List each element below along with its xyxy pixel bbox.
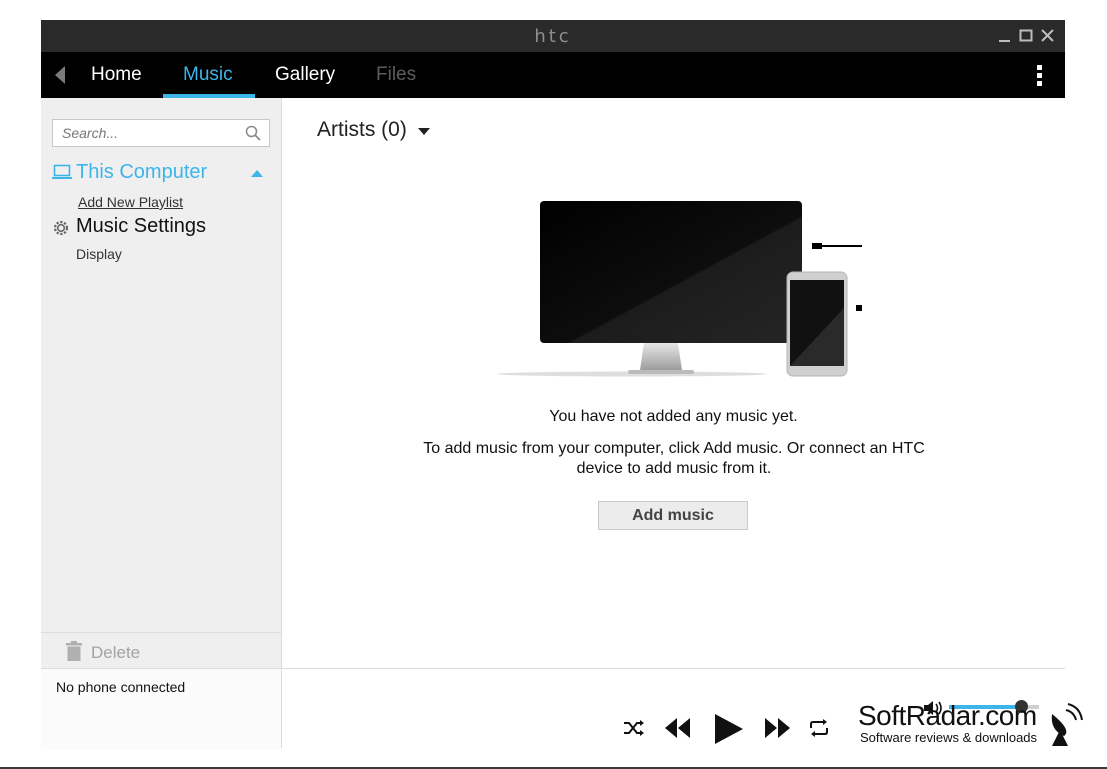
add-new-playlist-link[interactable]: Add New Playlist	[78, 194, 183, 210]
tab-gallery[interactable]: Gallery	[275, 52, 335, 98]
tab-files: Files	[376, 64, 417, 85]
app-logo: htc	[534, 26, 572, 47]
minimize-button[interactable]	[996, 27, 1014, 45]
empty-state-body: To add music from your computer, click A…	[423, 440, 925, 477]
satellite-dish-icon	[1051, 703, 1083, 746]
close-button[interactable]	[1039, 27, 1057, 45]
maximize-button[interactable]	[1017, 27, 1035, 45]
artists-label: Artists (0)	[317, 118, 407, 141]
app-window: htc Home Music Gallery Files Search... T…	[41, 20, 1065, 749]
watermark-title: SoftRadar.com	[858, 700, 1037, 731]
search-input[interactable]	[60, 120, 244, 146]
add-music-button[interactable]: Add music	[598, 501, 748, 530]
more-menu-icon[interactable]	[1037, 65, 1043, 87]
maximize-icon	[1019, 29, 1033, 42]
search-box	[52, 119, 270, 147]
play-icon[interactable]	[713, 713, 745, 745]
sidebar: This Computer Add New Playlist Music Set…	[41, 98, 282, 749]
shuffle-icon[interactable]	[623, 719, 645, 737]
delete-label: Delete	[91, 643, 141, 662]
repeat-icon[interactable]	[808, 718, 830, 738]
main-content: Artists (0) You have not added any music…	[282, 98, 1065, 668]
collapse-arrow-icon[interactable]	[251, 170, 263, 177]
trash-icon	[66, 641, 82, 661]
display-link[interactable]: Display	[76, 246, 122, 262]
next-track-icon[interactable]	[763, 717, 791, 739]
empty-state-title: You have not added any music yet.	[549, 408, 798, 425]
laptop-icon	[52, 164, 72, 179]
gear-icon	[53, 220, 69, 236]
dropdown-caret-icon	[418, 128, 430, 135]
search-icon[interactable]	[245, 125, 261, 141]
title-bar[interactable]: htc	[41, 20, 1065, 52]
music-settings-label: Music Settings	[76, 215, 207, 237]
back-arrow-icon[interactable]	[55, 66, 65, 84]
nav-bar: Home Music Gallery Files	[41, 52, 1065, 98]
connection-status-bar: No phone connected	[41, 668, 281, 749]
tab-home[interactable]: Home	[91, 52, 142, 98]
previous-track-icon[interactable]	[664, 717, 692, 739]
computer-phone-illustration	[497, 201, 862, 377]
source-label: This Computer	[76, 161, 208, 183]
source-this-computer[interactable]: This Computer	[52, 160, 268, 186]
softradar-watermark: SoftRadar.com Software reviews & downloa…	[858, 700, 1088, 750]
close-icon	[1041, 29, 1054, 42]
tab-music[interactable]: Music	[183, 52, 233, 98]
connection-status-text: No phone connected	[56, 679, 186, 695]
delete-button[interactable]: Delete	[41, 632, 281, 669]
minimize-icon	[999, 40, 1010, 42]
watermark-subtitle: Software reviews & downloads	[860, 730, 1038, 745]
